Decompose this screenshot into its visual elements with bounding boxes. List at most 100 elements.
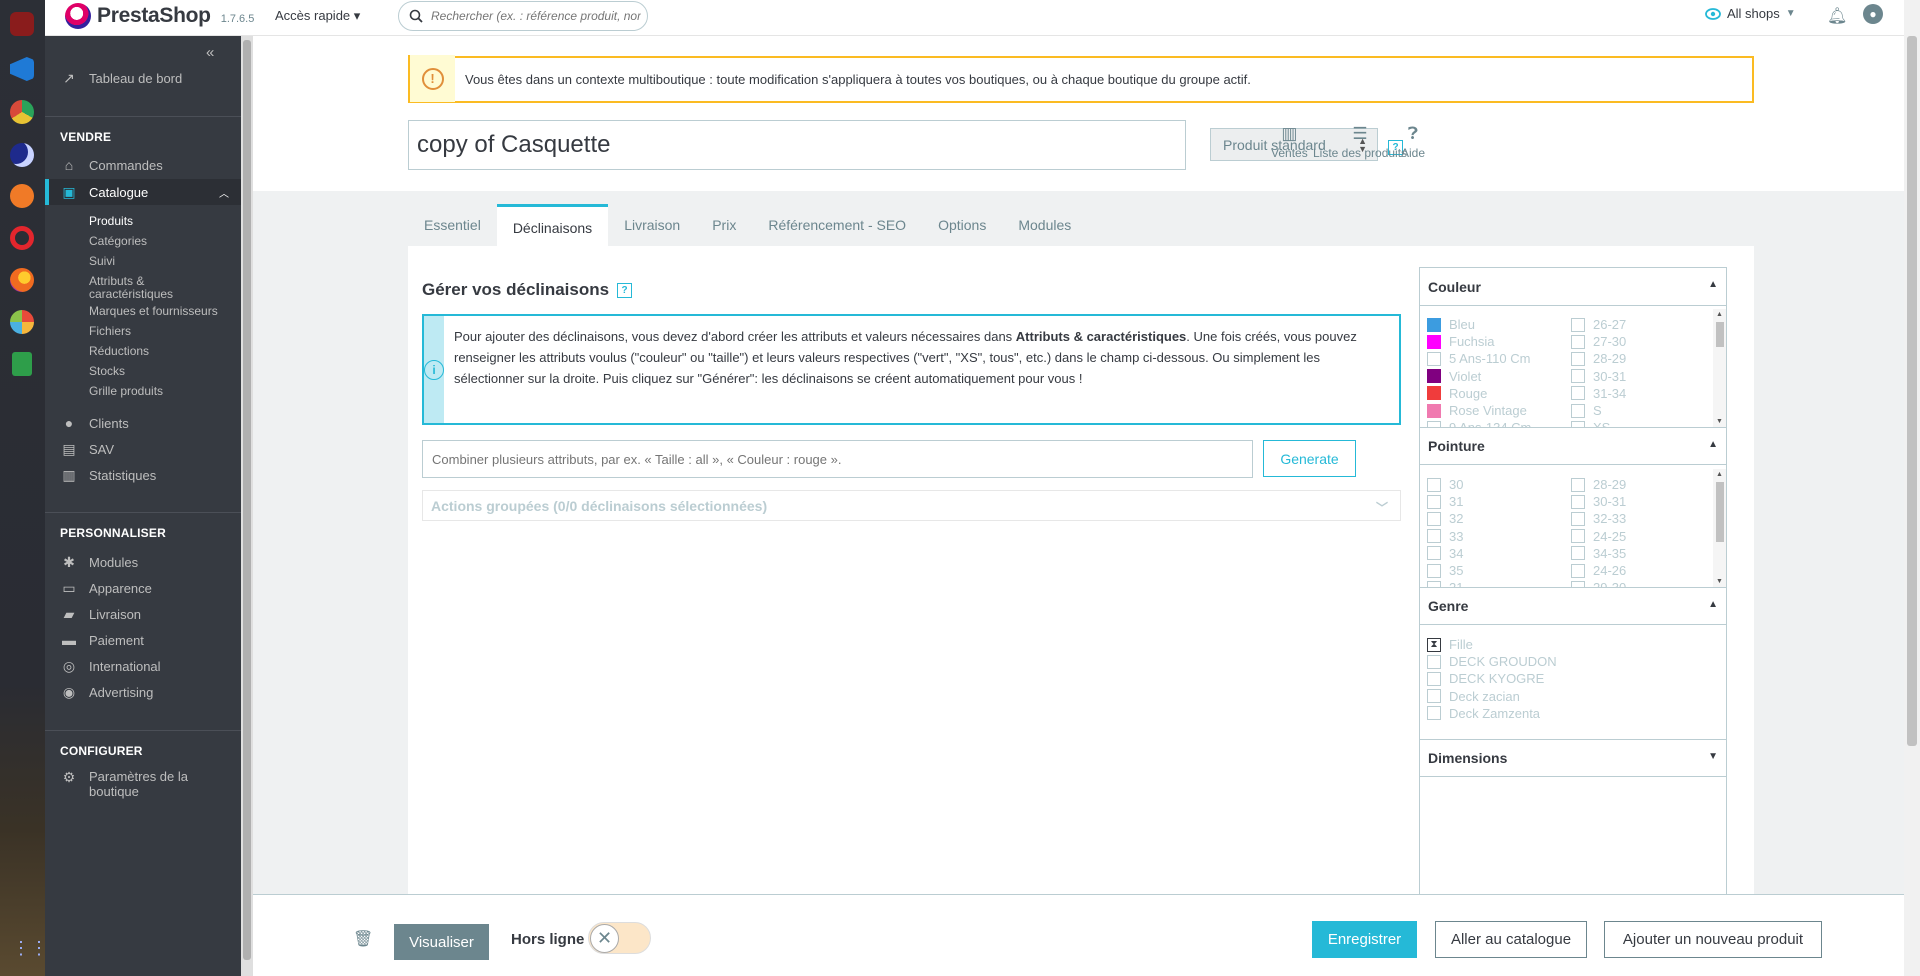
nav-international[interactable]: ◎ International <box>45 654 241 678</box>
size-scrollbar[interactable]: ▲ ▼ <box>1713 469 1726 587</box>
help-button[interactable]: ❓︎ Aide <box>1401 124 1425 160</box>
generate-button[interactable]: Generate <box>1263 440 1356 477</box>
attribute-option[interactable]: 31 <box>1427 493 1463 510</box>
attribute-option[interactable]: 30-31 <box>1571 368 1626 385</box>
attribute-option[interactable]: Violet <box>1427 368 1481 385</box>
attribute-option[interactable]: 5 Ans-110 Cm <box>1427 350 1530 367</box>
terminal-app-icon[interactable] <box>10 12 34 36</box>
notifications-bell-icon[interactable]: 🔔︎ <box>1827 6 1847 26</box>
spreadsheet-app-icon[interactable] <box>12 352 32 376</box>
attribute-option[interactable]: Fuchsia <box>1427 333 1495 350</box>
checkbox[interactable] <box>1427 671 1441 686</box>
checkbox[interactable] <box>1571 369 1585 384</box>
attribute-option[interactable]: 28-29 <box>1571 350 1626 367</box>
checkbox[interactable] <box>1571 494 1585 509</box>
nav-customers[interactable]: ● Clients <box>45 411 241 435</box>
attribute-option[interactable]: DECK KYOGRE <box>1427 670 1544 687</box>
checkbox[interactable] <box>1427 529 1441 544</box>
sidebar-item-stocks[interactable]: Stocks <box>89 365 125 378</box>
add-new-product-button[interactable]: Ajouter un nouveau produit <box>1604 921 1822 958</box>
sidebar-item-brands[interactable]: Marques et fournisseurs <box>89 305 218 318</box>
sidebar-item-attributes[interactable]: Attributs & caractéristiques <box>89 275 209 301</box>
attribute-option[interactable]: 34-35 <box>1571 545 1626 562</box>
attribute-group-dimensions[interactable]: Dimensions ▼ <box>1420 739 1726 777</box>
go-to-catalog-button[interactable]: Aller au catalogue <box>1435 921 1587 958</box>
attribute-option[interactable]: 27-30 <box>1571 333 1626 350</box>
checkbox[interactable] <box>1427 563 1441 578</box>
vscode-app-icon[interactable] <box>10 57 34 81</box>
attribute-option[interactable]: 34 <box>1427 545 1463 562</box>
nav-dashboard[interactable]: ↗ Tableau de bord <box>45 66 241 90</box>
attribute-option[interactable]: Bleu <box>1427 316 1475 333</box>
search-box[interactable] <box>398 1 648 31</box>
attribute-option[interactable]: Deck Zamzenta <box>1427 705 1540 722</box>
attribute-option[interactable]: 35 <box>1427 562 1463 579</box>
checkbox[interactable] <box>1571 477 1585 492</box>
nav-payment[interactable]: ▬ Paiement <box>45 628 241 652</box>
palette-app-icon[interactable] <box>10 310 34 334</box>
attribute-option[interactable]: 31-34 <box>1571 385 1626 402</box>
sidebar-item-categories[interactable]: Catégories <box>89 235 147 248</box>
color-swatch[interactable] <box>1427 317 1441 332</box>
color-swatch[interactable] <box>1427 334 1441 349</box>
nav-shop-parameters[interactable]: ⚙ Paramètres de la boutique <box>45 769 241 800</box>
tab-pricing[interactable]: Prix <box>696 204 752 246</box>
checkbox[interactable] <box>1427 351 1441 366</box>
nav-orders[interactable]: ⌂ Commandes <box>45 153 241 177</box>
attribute-option[interactable]: DECK GROUDON <box>1427 653 1557 670</box>
tab-essentials[interactable]: Essentiel <box>408 204 497 246</box>
attribute-option[interactable]: 30 <box>1427 476 1463 493</box>
nav-customer-service[interactable]: ▤ SAV <box>45 437 241 461</box>
sidebar-item-products[interactable]: Produits <box>89 215 133 228</box>
help-icon[interactable]: ? <box>617 282 633 298</box>
tab-shipping[interactable]: Livraison <box>608 204 696 246</box>
color-swatch[interactable] <box>1427 369 1441 384</box>
moon-app-icon[interactable] <box>10 143 34 167</box>
nav-catalog[interactable]: ▣ Catalogue ︿ <box>45 179 241 205</box>
collapse-sidebar-icon[interactable]: « <box>206 44 214 61</box>
prestashop-logo[interactable]: PrestaShop 1.7.6.5 <box>65 3 254 29</box>
online-toggle-switch[interactable]: ✕ <box>588 922 651 954</box>
sidebar-scrollbar[interactable] <box>241 36 253 976</box>
account-avatar-icon[interactable]: ● <box>1863 4 1883 24</box>
tab-seo[interactable]: Référencement - SEO <box>752 204 922 246</box>
sidebar-item-product-grid[interactable]: Grille produits <box>89 385 163 398</box>
nav-advertising[interactable]: ◉ Advertising <box>45 680 241 704</box>
attribute-option[interactable]: Deck zacian <box>1427 688 1520 705</box>
checkbox[interactable] <box>1571 529 1585 544</box>
chrome-app-icon[interactable] <box>10 100 34 124</box>
checkbox[interactable] <box>1427 511 1441 526</box>
attribute-option[interactable]: 33 <box>1427 528 1463 545</box>
checkbox[interactable] <box>1427 494 1441 509</box>
attribute-option[interactable]: 28-29 <box>1571 476 1626 493</box>
search-input[interactable] <box>431 9 641 23</box>
checkbox[interactable] <box>1571 386 1585 401</box>
scroll-down-icon[interactable]: ▼ <box>1716 578 1723 585</box>
attribute-option[interactable]: S <box>1571 402 1602 419</box>
tab-combinations[interactable]: Déclinaisons <box>496 204 609 246</box>
attribute-option[interactable]: 24-25 <box>1571 528 1626 545</box>
firefox-app-icon[interactable] <box>10 268 34 292</box>
checkbox[interactable] <box>1427 546 1441 561</box>
scrollbar-thumb[interactable] <box>243 40 251 960</box>
checkbox[interactable] <box>1571 546 1585 561</box>
product-name-input[interactable]: copy of Casquette <box>408 120 1186 170</box>
product-list-button[interactable]: ☰ Liste des produits <box>1313 124 1407 160</box>
checkbox[interactable] <box>1571 317 1585 332</box>
checkbox[interactable] <box>1571 351 1585 366</box>
shop-selector[interactable]: All shops ▼ <box>1705 6 1796 21</box>
compass-app-icon[interactable] <box>10 184 34 208</box>
scroll-up-icon[interactable]: ▲ <box>1716 471 1723 478</box>
attributes-link[interactable]: Attributs & caractéristiques <box>1016 329 1187 344</box>
combine-attributes-input[interactable] <box>422 440 1253 478</box>
page-scrollbar[interactable] <box>1904 0 1920 976</box>
attribute-option[interactable]: 32-33 <box>1571 510 1626 527</box>
color-swatch[interactable] <box>1427 403 1441 418</box>
checkbox[interactable] <box>1427 654 1441 669</box>
attribute-option[interactable]: 30-31 <box>1571 493 1626 510</box>
opera-app-icon[interactable] <box>10 226 34 250</box>
checkbox[interactable] <box>1427 689 1441 704</box>
nav-modules[interactable]: ✱ Modules <box>45 550 241 574</box>
quick-access-menu[interactable]: Accès rapide ▾ <box>275 8 360 24</box>
attribute-group-color[interactable]: Couleur ▲ <box>1420 268 1726 306</box>
